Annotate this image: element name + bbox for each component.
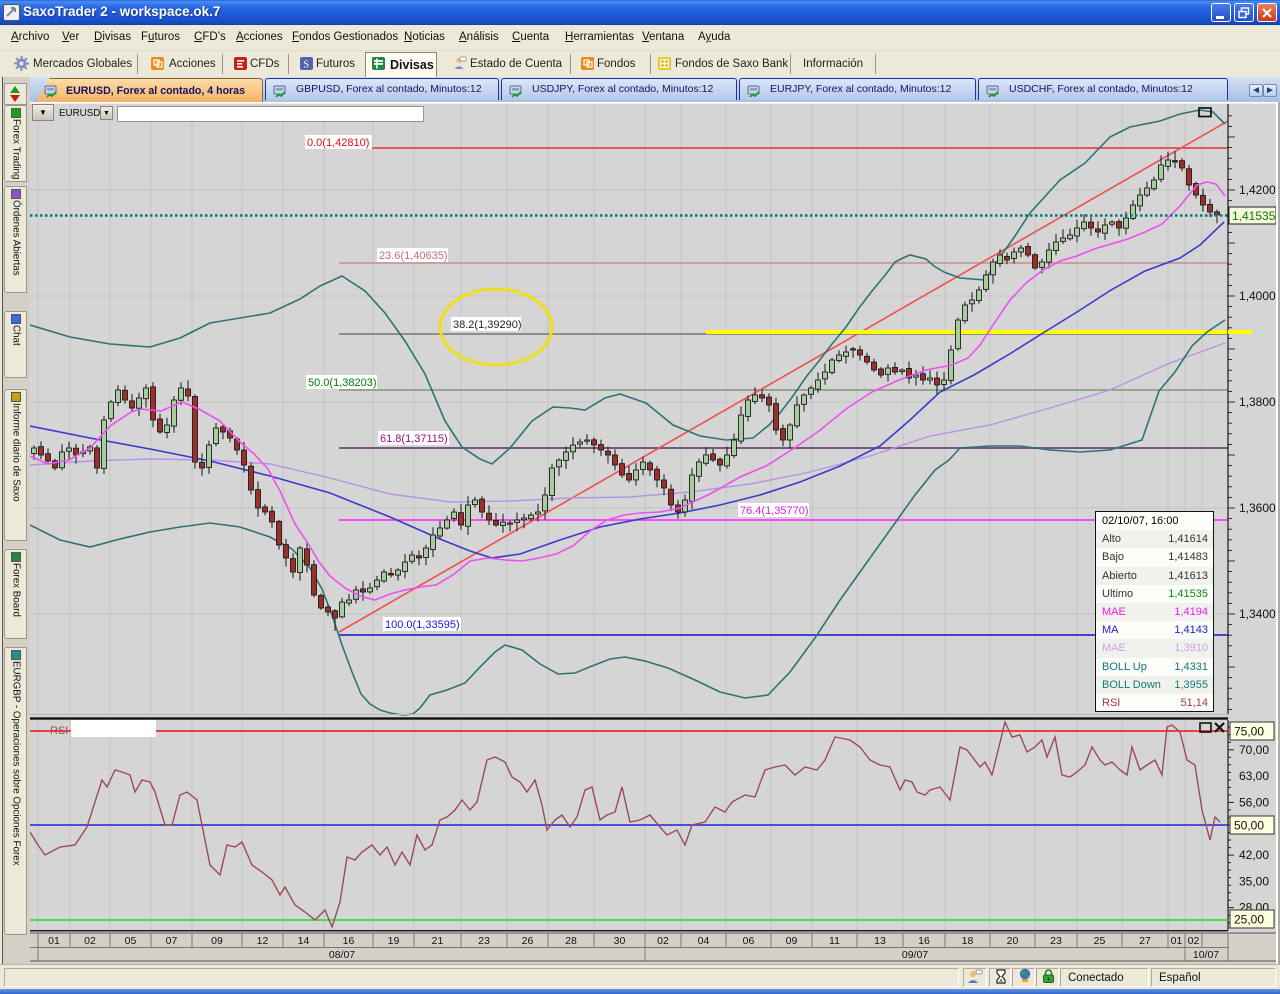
svg-text:63,00: 63,00: [1239, 769, 1269, 783]
svg-text:RSI: RSI: [50, 725, 68, 737]
svg-text:75,00: 75,00: [1234, 725, 1264, 739]
svg-text:08/07: 08/07: [329, 949, 355, 961]
svg-text:09/07: 09/07: [902, 949, 928, 961]
svg-text:23: 23: [478, 935, 490, 947]
svg-text:23.6(1,40635): 23.6(1,40635): [379, 250, 448, 262]
svg-text:16: 16: [918, 935, 930, 947]
svg-text:26: 26: [522, 935, 534, 947]
svg-text:12: 12: [257, 935, 269, 947]
svg-text:25,00: 25,00: [1234, 913, 1264, 927]
svg-text:01: 01: [48, 935, 60, 947]
svg-text:S: S: [304, 60, 310, 71]
svg-text:07: 07: [166, 935, 178, 947]
svg-text:06: 06: [743, 935, 755, 947]
svg-text:02: 02: [657, 935, 669, 947]
svg-text:09: 09: [786, 935, 798, 947]
svg-text:1,41535: 1,41535: [1232, 209, 1276, 223]
svg-text:70,00: 70,00: [1239, 743, 1269, 757]
svg-text:1,3400: 1,3400: [1239, 607, 1276, 621]
svg-text:09: 09: [211, 935, 223, 947]
svg-text:19: 19: [388, 935, 400, 947]
svg-text:30: 30: [614, 935, 626, 947]
svg-text:02: 02: [84, 935, 96, 947]
svg-text:05: 05: [125, 935, 137, 947]
svg-text:04: 04: [698, 935, 710, 947]
svg-text:1,4000: 1,4000: [1239, 289, 1276, 303]
svg-text:18: 18: [962, 935, 974, 947]
svg-text:1,3800: 1,3800: [1239, 395, 1276, 409]
svg-text:50.0(1,38203): 50.0(1,38203): [308, 377, 377, 389]
svg-text:11: 11: [829, 935, 840, 947]
svg-text:21: 21: [432, 935, 444, 947]
svg-text:50,00: 50,00: [1234, 819, 1264, 833]
svg-text:76.4(1,35770): 76.4(1,35770): [740, 505, 809, 517]
svg-text:35,00: 35,00: [1239, 874, 1269, 888]
svg-text:16: 16: [343, 935, 355, 947]
svg-text:38.2(1,39290): 38.2(1,39290): [453, 319, 522, 331]
svg-text:28: 28: [565, 935, 577, 947]
svg-text:27: 27: [1139, 935, 1151, 947]
svg-text:61.8(1,37115): 61.8(1,37115): [380, 433, 448, 445]
svg-text:42,00: 42,00: [1239, 848, 1269, 862]
svg-text:25: 25: [1094, 935, 1106, 947]
svg-text:23: 23: [1050, 935, 1062, 947]
svg-text:1,3600: 1,3600: [1239, 501, 1276, 515]
svg-text:14: 14: [298, 935, 310, 947]
svg-text:1,4200: 1,4200: [1239, 183, 1276, 197]
svg-text:20: 20: [1007, 935, 1019, 947]
svg-text:01: 01: [1171, 935, 1183, 947]
svg-text:100.0(1,33595): 100.0(1,33595): [385, 619, 460, 631]
svg-text:02: 02: [1188, 935, 1200, 947]
svg-text:10/07: 10/07: [1193, 949, 1219, 961]
svg-text:0.0(1,42810): 0.0(1,42810): [307, 137, 369, 149]
svg-text:13: 13: [874, 935, 886, 947]
svg-text:56,00: 56,00: [1239, 795, 1269, 809]
